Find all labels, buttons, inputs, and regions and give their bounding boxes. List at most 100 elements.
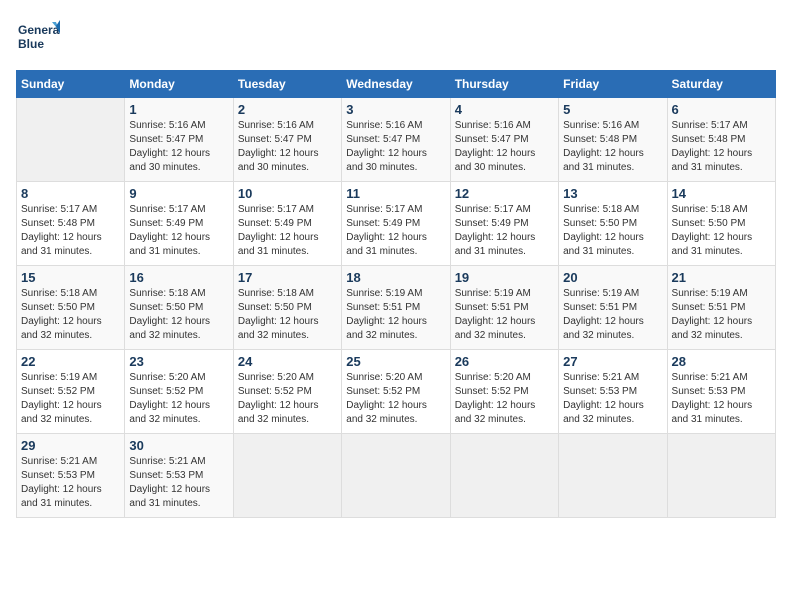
column-header-saturday: Saturday: [667, 71, 775, 98]
day-number: 18: [346, 270, 445, 285]
column-header-tuesday: Tuesday: [233, 71, 341, 98]
day-number: 23: [129, 354, 228, 369]
calendar-cell: 19 Sunrise: 5:19 AM Sunset: 5:51 PM Dayl…: [450, 266, 558, 350]
day-info: Sunrise: 5:20 AM Sunset: 5:52 PM Dayligh…: [238, 371, 337, 427]
day-number: 22: [21, 354, 120, 369]
day-info: Sunrise: 5:18 AM Sunset: 5:50 PM Dayligh…: [563, 203, 662, 259]
page-header: General Blue: [16, 16, 776, 60]
day-info: Sunrise: 5:19 AM Sunset: 5:52 PM Dayligh…: [21, 371, 120, 427]
day-number: 16: [129, 270, 228, 285]
day-number: 3: [346, 102, 445, 117]
calendar-cell: 24 Sunrise: 5:20 AM Sunset: 5:52 PM Dayl…: [233, 350, 341, 434]
day-number: 21: [672, 270, 771, 285]
calendar-cell: 21 Sunrise: 5:19 AM Sunset: 5:51 PM Dayl…: [667, 266, 775, 350]
day-number: 5: [563, 102, 662, 117]
day-number: 8: [21, 186, 120, 201]
day-info: Sunrise: 5:17 AM Sunset: 5:48 PM Dayligh…: [21, 203, 120, 259]
calendar-cell: [667, 434, 775, 518]
day-number: 9: [129, 186, 228, 201]
calendar-cell: 11 Sunrise: 5:17 AM Sunset: 5:49 PM Dayl…: [342, 182, 450, 266]
day-info: Sunrise: 5:18 AM Sunset: 5:50 PM Dayligh…: [672, 203, 771, 259]
calendar-cell: 1 Sunrise: 5:16 AM Sunset: 5:47 PM Dayli…: [125, 98, 233, 182]
day-number: 10: [238, 186, 337, 201]
day-info: Sunrise: 5:20 AM Sunset: 5:52 PM Dayligh…: [455, 371, 554, 427]
day-info: Sunrise: 5:19 AM Sunset: 5:51 PM Dayligh…: [672, 287, 771, 343]
day-info: Sunrise: 5:16 AM Sunset: 5:47 PM Dayligh…: [346, 119, 445, 175]
day-info: Sunrise: 5:16 AM Sunset: 5:47 PM Dayligh…: [238, 119, 337, 175]
day-number: 27: [563, 354, 662, 369]
calendar-cell: [450, 434, 558, 518]
day-info: Sunrise: 5:20 AM Sunset: 5:52 PM Dayligh…: [129, 371, 228, 427]
calendar-cell: 14 Sunrise: 5:18 AM Sunset: 5:50 PM Dayl…: [667, 182, 775, 266]
calendar-cell: 15 Sunrise: 5:18 AM Sunset: 5:50 PM Dayl…: [17, 266, 125, 350]
week-row-3: 15 Sunrise: 5:18 AM Sunset: 5:50 PM Dayl…: [17, 266, 776, 350]
calendar-cell: 9 Sunrise: 5:17 AM Sunset: 5:49 PM Dayli…: [125, 182, 233, 266]
day-number: 29: [21, 438, 120, 453]
day-info: Sunrise: 5:19 AM Sunset: 5:51 PM Dayligh…: [455, 287, 554, 343]
day-info: Sunrise: 5:20 AM Sunset: 5:52 PM Dayligh…: [346, 371, 445, 427]
svg-text:General: General: [18, 23, 60, 37]
calendar-cell: 6 Sunrise: 5:17 AM Sunset: 5:48 PM Dayli…: [667, 98, 775, 182]
calendar-header-row: SundayMondayTuesdayWednesdayThursdayFrid…: [17, 71, 776, 98]
calendar-cell: 16 Sunrise: 5:18 AM Sunset: 5:50 PM Dayl…: [125, 266, 233, 350]
calendar-cell: [342, 434, 450, 518]
calendar-cell: 17 Sunrise: 5:18 AM Sunset: 5:50 PM Dayl…: [233, 266, 341, 350]
calendar-cell: 27 Sunrise: 5:21 AM Sunset: 5:53 PM Dayl…: [559, 350, 667, 434]
day-number: 20: [563, 270, 662, 285]
calendar-cell: 29 Sunrise: 5:21 AM Sunset: 5:53 PM Dayl…: [17, 434, 125, 518]
day-info: Sunrise: 5:18 AM Sunset: 5:50 PM Dayligh…: [238, 287, 337, 343]
week-row-4: 22 Sunrise: 5:19 AM Sunset: 5:52 PM Dayl…: [17, 350, 776, 434]
column-header-monday: Monday: [125, 71, 233, 98]
calendar-cell: 8 Sunrise: 5:17 AM Sunset: 5:48 PM Dayli…: [17, 182, 125, 266]
week-row-2: 8 Sunrise: 5:17 AM Sunset: 5:48 PM Dayli…: [17, 182, 776, 266]
day-info: Sunrise: 5:19 AM Sunset: 5:51 PM Dayligh…: [563, 287, 662, 343]
day-info: Sunrise: 5:17 AM Sunset: 5:49 PM Dayligh…: [455, 203, 554, 259]
day-number: 6: [672, 102, 771, 117]
logo: General Blue: [16, 16, 60, 60]
day-number: 17: [238, 270, 337, 285]
calendar-cell: 2 Sunrise: 5:16 AM Sunset: 5:47 PM Dayli…: [233, 98, 341, 182]
column-header-wednesday: Wednesday: [342, 71, 450, 98]
day-number: 19: [455, 270, 554, 285]
calendar-cell: 13 Sunrise: 5:18 AM Sunset: 5:50 PM Dayl…: [559, 182, 667, 266]
calendar-cell: 5 Sunrise: 5:16 AM Sunset: 5:48 PM Dayli…: [559, 98, 667, 182]
calendar-cell: [233, 434, 341, 518]
day-info: Sunrise: 5:17 AM Sunset: 5:49 PM Dayligh…: [238, 203, 337, 259]
day-info: Sunrise: 5:16 AM Sunset: 5:47 PM Dayligh…: [129, 119, 228, 175]
calendar-cell: 12 Sunrise: 5:17 AM Sunset: 5:49 PM Dayl…: [450, 182, 558, 266]
day-number: 11: [346, 186, 445, 201]
calendar-cell: 20 Sunrise: 5:19 AM Sunset: 5:51 PM Dayl…: [559, 266, 667, 350]
day-number: 4: [455, 102, 554, 117]
day-info: Sunrise: 5:17 AM Sunset: 5:49 PM Dayligh…: [346, 203, 445, 259]
calendar-cell: 28 Sunrise: 5:21 AM Sunset: 5:53 PM Dayl…: [667, 350, 775, 434]
day-number: 2: [238, 102, 337, 117]
day-info: Sunrise: 5:18 AM Sunset: 5:50 PM Dayligh…: [21, 287, 120, 343]
calendar-cell: 25 Sunrise: 5:20 AM Sunset: 5:52 PM Dayl…: [342, 350, 450, 434]
column-header-thursday: Thursday: [450, 71, 558, 98]
day-number: 28: [672, 354, 771, 369]
svg-text:Blue: Blue: [18, 37, 44, 51]
calendar-cell: 26 Sunrise: 5:20 AM Sunset: 5:52 PM Dayl…: [450, 350, 558, 434]
day-info: Sunrise: 5:18 AM Sunset: 5:50 PM Dayligh…: [129, 287, 228, 343]
calendar-cell: 30 Sunrise: 5:21 AM Sunset: 5:53 PM Dayl…: [125, 434, 233, 518]
calendar-cell: 4 Sunrise: 5:16 AM Sunset: 5:47 PM Dayli…: [450, 98, 558, 182]
day-number: 1: [129, 102, 228, 117]
day-info: Sunrise: 5:19 AM Sunset: 5:51 PM Dayligh…: [346, 287, 445, 343]
day-info: Sunrise: 5:17 AM Sunset: 5:48 PM Dayligh…: [672, 119, 771, 175]
day-info: Sunrise: 5:17 AM Sunset: 5:49 PM Dayligh…: [129, 203, 228, 259]
day-info: Sunrise: 5:21 AM Sunset: 5:53 PM Dayligh…: [563, 371, 662, 427]
column-header-sunday: Sunday: [17, 71, 125, 98]
week-row-1: 1 Sunrise: 5:16 AM Sunset: 5:47 PM Dayli…: [17, 98, 776, 182]
day-number: 25: [346, 354, 445, 369]
day-number: 30: [129, 438, 228, 453]
calendar-cell: 22 Sunrise: 5:19 AM Sunset: 5:52 PM Dayl…: [17, 350, 125, 434]
day-number: 26: [455, 354, 554, 369]
day-number: 15: [21, 270, 120, 285]
calendar-cell: [559, 434, 667, 518]
day-info: Sunrise: 5:16 AM Sunset: 5:47 PM Dayligh…: [455, 119, 554, 175]
day-info: Sunrise: 5:21 AM Sunset: 5:53 PM Dayligh…: [21, 455, 120, 511]
calendar-cell: 18 Sunrise: 5:19 AM Sunset: 5:51 PM Dayl…: [342, 266, 450, 350]
day-number: 13: [563, 186, 662, 201]
calendar-cell: 3 Sunrise: 5:16 AM Sunset: 5:47 PM Dayli…: [342, 98, 450, 182]
day-number: 14: [672, 186, 771, 201]
